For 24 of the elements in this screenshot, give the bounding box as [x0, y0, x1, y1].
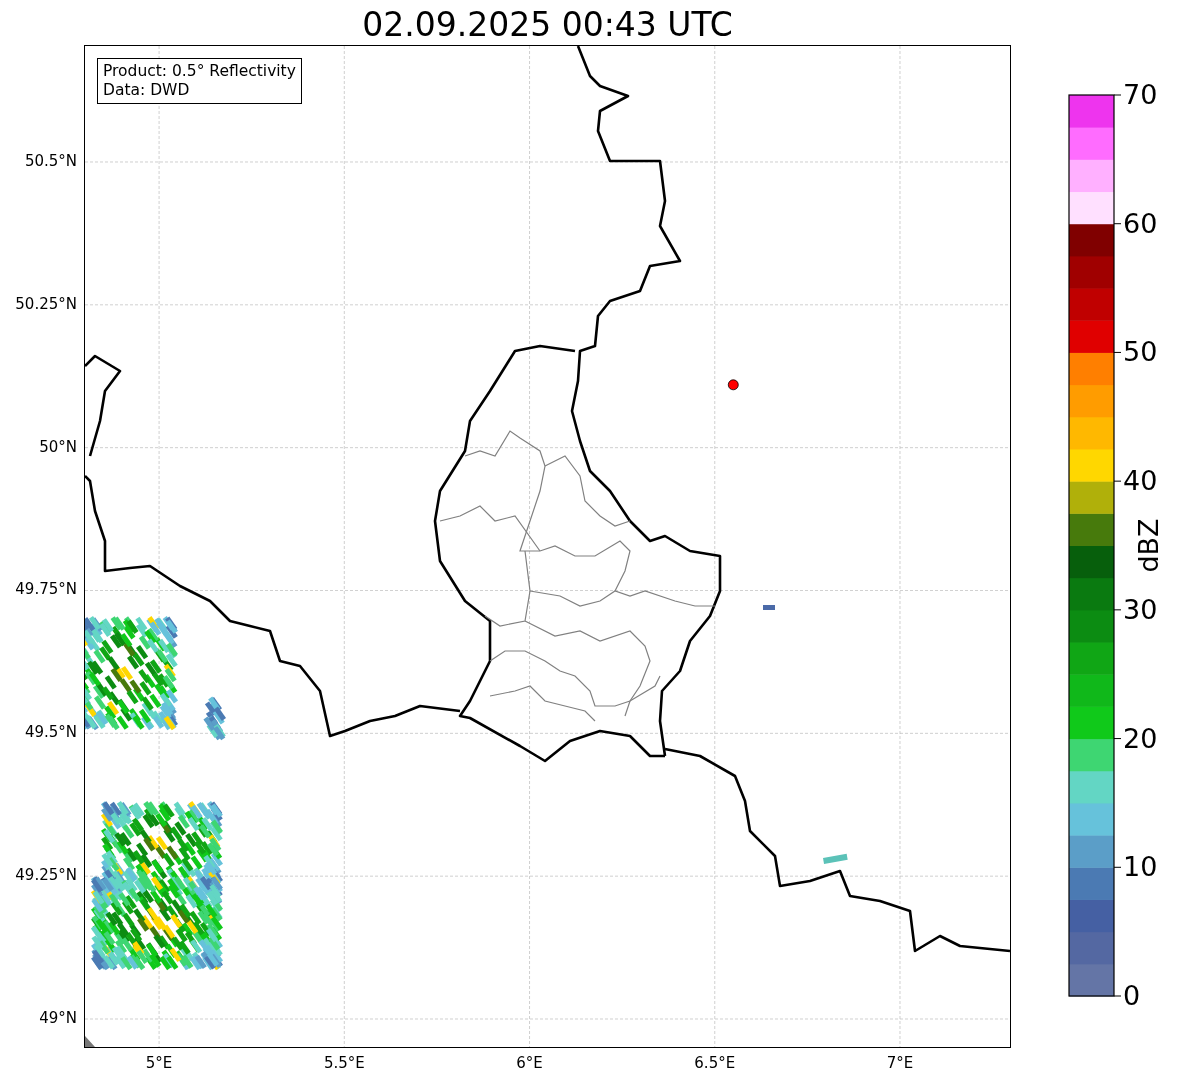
- y-tick-label: 50.25°N: [15, 294, 77, 313]
- y-tick-label: 50°N: [39, 437, 77, 456]
- x-tick-label: 5°E: [145, 1054, 173, 1072]
- x-tick-label: 6°E: [516, 1054, 543, 1072]
- colorbar-tick-label: 30: [1123, 594, 1158, 625]
- colorbar-tick-label: 50: [1123, 337, 1158, 368]
- y-tick-label: 49.5°N: [24, 723, 77, 742]
- y-tick-label: 50.5°N: [24, 151, 77, 170]
- x-tick-label: 5.5°E: [323, 1054, 365, 1072]
- y-tick-label: 49°N: [39, 1009, 77, 1027]
- colorbar-tick-label: 70: [1123, 80, 1158, 110]
- x-tick-label: 7°E: [886, 1054, 914, 1072]
- colorbar-tick-label: 20: [1123, 723, 1158, 754]
- colorbar-tick-label: 10: [1123, 852, 1158, 883]
- chart-title: 02.09.2025 00:43 UTC: [361, 4, 734, 45]
- legend-text: Product: 0.5° Reflectivity: [103, 62, 296, 81]
- legend-text: Data: DWD: [103, 81, 191, 100]
- colorbar-label: dBZ: [1132, 518, 1164, 573]
- colorbar-tick-label: 0: [1123, 981, 1141, 1011]
- y-tick-label: 49.75°N: [15, 580, 77, 599]
- colorbar-tick-label: 40: [1123, 466, 1158, 497]
- y-tick-label: 49.25°N: [15, 866, 77, 885]
- x-tick-label: 6.5°E: [694, 1054, 736, 1072]
- colorbar-tick-label: 60: [1123, 208, 1158, 239]
